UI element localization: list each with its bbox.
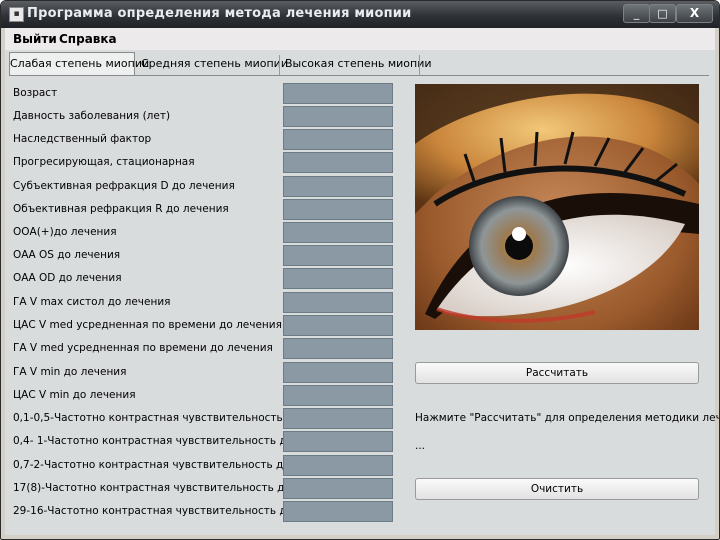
field-label: 17(8)-Частотно контрастная чувствительно… [13, 482, 291, 494]
tab-panel-border [9, 75, 709, 76]
field-label: ЦАС V med усредненная по времени до лече… [13, 319, 282, 331]
result-text: ... [415, 440, 426, 452]
field-label: 0,1-0,5-Частотно контрастная чувствитель… [13, 412, 300, 424]
field-label: 0,4- 1-Частотно контрастная чувствительн… [13, 435, 294, 447]
field-input[interactable] [283, 501, 393, 522]
field-input[interactable] [283, 199, 393, 220]
field-input[interactable] [283, 268, 393, 289]
clear-button[interactable]: Очистить [415, 478, 699, 500]
field-input[interactable] [283, 315, 393, 336]
tab-mild-myopia[interactable]: Слабая степень миопии [9, 52, 149, 76]
eye-image [415, 84, 699, 330]
app-window: ▪ Программа определения метода лечения м… [0, 0, 720, 540]
menu-help[interactable]: Справка [59, 32, 117, 46]
field-input[interactable] [283, 385, 393, 406]
field-label: Субъективная рефракция D до лечения [13, 180, 235, 192]
tab-moderate-myopia[interactable]: Средняя степень миопии [141, 54, 288, 75]
close-button[interactable]: X [676, 4, 713, 23]
field-input[interactable] [283, 478, 393, 499]
minimize-button[interactable]: _ [623, 4, 650, 23]
tab-separator [279, 55, 280, 75]
app-icon: ▪ [9, 7, 24, 22]
field-input[interactable] [283, 245, 393, 266]
maximize-button[interactable]: □ [649, 4, 676, 23]
hint-text: Нажмите "Рассчитать" для определения мет… [415, 412, 720, 424]
calculate-button[interactable]: Рассчитать [415, 362, 699, 384]
field-label: Наследственный фактор [13, 133, 152, 145]
field-label: ОАА OD до лечения [13, 272, 122, 284]
menu-bar: Выйти Справка [5, 28, 715, 50]
field-label: Прогресирующая, стационарная [13, 156, 195, 168]
field-label: ООА(+)до лечения [13, 226, 117, 238]
field-input[interactable] [283, 338, 393, 359]
field-label: ГА V min до лечения [13, 366, 127, 378]
field-label: ГА V med усредненная по времени до лечен… [13, 342, 273, 354]
main-area: Выйти Справка Слабая степень миопии Сред… [5, 28, 719, 535]
field-input[interactable] [283, 431, 393, 452]
field-input[interactable] [283, 129, 393, 150]
field-label: Давность заболевания (лет) [13, 110, 171, 122]
field-label: ГА V max систол до лечения [13, 296, 171, 308]
menu-exit[interactable]: Выйти [13, 32, 57, 46]
title-bar[interactable]: ▪ Программа определения метода лечения м… [1, 1, 719, 28]
tab-high-myopia[interactable]: Высокая степень миопии [285, 54, 432, 75]
field-label: Объективная рефракция R до лечения [13, 203, 229, 215]
field-input[interactable] [283, 176, 393, 197]
field-input[interactable] [283, 83, 393, 104]
field-label: 0,7-2-Частотно контрастная чувствительно… [13, 459, 290, 471]
field-input[interactable] [283, 292, 393, 313]
field-input[interactable] [283, 362, 393, 383]
tab-separator [419, 55, 420, 75]
field-label: Возраст [13, 87, 58, 99]
field-input[interactable] [283, 106, 393, 127]
field-label: 29-16-Частотно контрастная чувствительно… [13, 505, 294, 517]
field-input[interactable] [283, 152, 393, 173]
field-input[interactable] [283, 455, 393, 476]
field-input[interactable] [283, 222, 393, 243]
field-input[interactable] [283, 408, 393, 429]
field-label: ЦАС V min до лечения [13, 389, 136, 401]
field-label: ОАА OS до лечения [13, 249, 121, 261]
window-title: Программа определения метода лечения мио… [27, 6, 412, 21]
